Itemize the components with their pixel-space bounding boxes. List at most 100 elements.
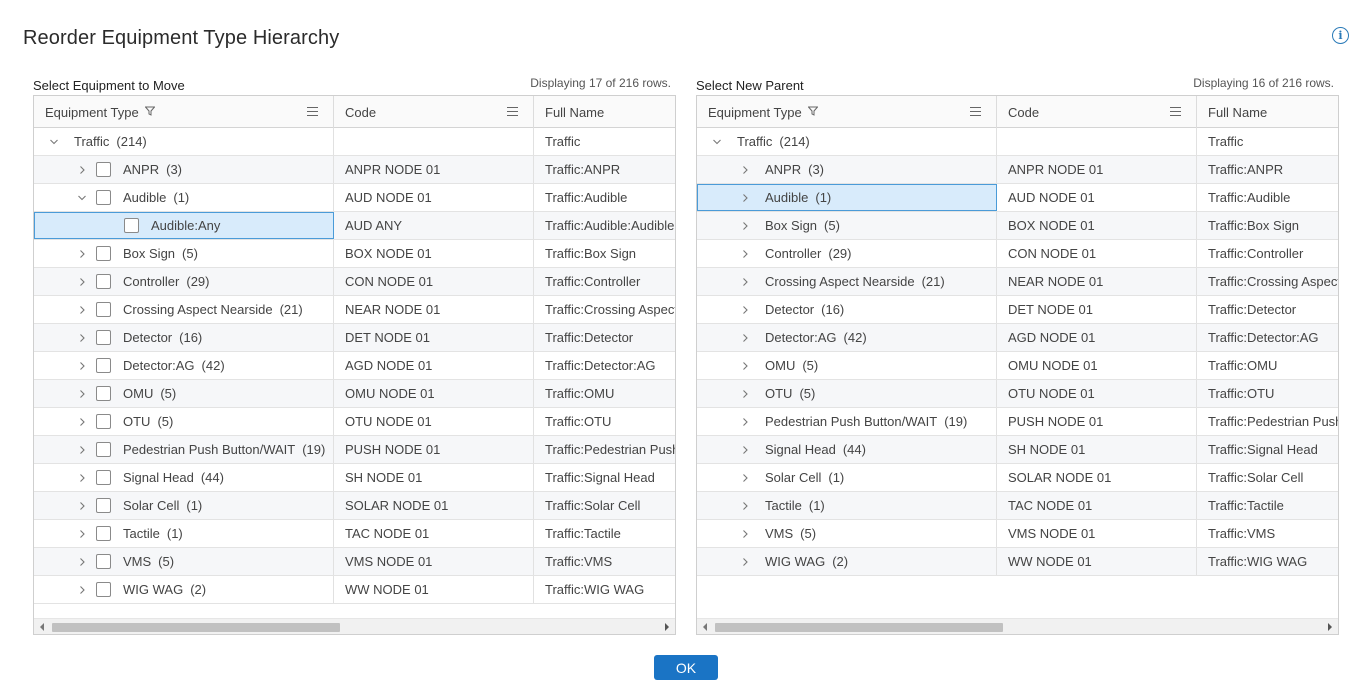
- equipment-type-cell[interactable]: Controller (29): [697, 240, 997, 267]
- chevron-right-icon[interactable]: [738, 165, 752, 175]
- table-row[interactable]: OTU (5) OTU NODE 01 Traffic:OTU: [697, 380, 1338, 408]
- table-row[interactable]: Audible (1) AUD NODE 01 Traffic:Audible: [34, 184, 675, 212]
- chevron-right-icon[interactable]: [75, 557, 89, 567]
- equipment-type-cell[interactable]: ANPR (3): [697, 156, 997, 183]
- chevron-right-icon[interactable]: [75, 361, 89, 371]
- equipment-type-cell[interactable]: Traffic (214): [34, 128, 334, 155]
- row-checkbox[interactable]: [96, 302, 111, 317]
- row-checkbox[interactable]: [96, 526, 111, 541]
- chevron-right-icon[interactable]: [75, 417, 89, 427]
- equipment-type-cell[interactable]: Pedestrian Push Button/WAIT (19): [34, 436, 334, 463]
- table-row[interactable]: VMS (5) VMS NODE 01 Traffic:VMS: [697, 520, 1338, 548]
- chevron-right-icon[interactable]: [75, 501, 89, 511]
- scroll-right-icon[interactable]: [665, 623, 669, 631]
- chevron-right-icon[interactable]: [75, 249, 89, 259]
- table-row[interactable]: VMS (5) VMS NODE 01 Traffic:VMS: [34, 548, 675, 576]
- row-checkbox[interactable]: [96, 498, 111, 513]
- equipment-type-cell[interactable]: Traffic (214): [697, 128, 997, 155]
- chevron-right-icon[interactable]: [75, 165, 89, 175]
- column-header-full-name[interactable]: Full Name: [1197, 96, 1338, 128]
- equipment-type-cell[interactable]: ANPR (3): [34, 156, 334, 183]
- column-header-equipment-type[interactable]: Equipment Type: [34, 96, 334, 128]
- table-row[interactable]: Audible:Any AUD ANY Traffic:Audible:Audibl…: [34, 212, 675, 240]
- table-row[interactable]: Tactile (1) TAC NODE 01 Traffic:Tactile: [34, 520, 675, 548]
- chevron-right-icon[interactable]: [75, 277, 89, 287]
- ok-button[interactable]: OK: [654, 655, 718, 680]
- chevron-right-icon[interactable]: [75, 585, 89, 595]
- chevron-right-icon[interactable]: [738, 361, 752, 371]
- table-row[interactable]: Tactile (1) TAC NODE 01 Traffic:Tactile: [697, 492, 1338, 520]
- chevron-right-icon[interactable]: [738, 557, 752, 567]
- scroll-right-icon[interactable]: [1328, 623, 1332, 631]
- chevron-right-icon[interactable]: [738, 529, 752, 539]
- row-checkbox[interactable]: [124, 218, 139, 233]
- column-menu-icon[interactable]: [307, 107, 318, 116]
- filter-icon[interactable]: [144, 106, 155, 116]
- chevron-right-icon[interactable]: [75, 305, 89, 315]
- table-row[interactable]: Solar Cell (1) SOLAR NODE 01 Traffic:Solar …: [34, 492, 675, 520]
- table-row[interactable]: ANPR (3) ANPR NODE 01 Traffic:ANPR: [34, 156, 675, 184]
- equipment-type-cell[interactable]: Audible (1): [697, 184, 997, 211]
- chevron-down-icon[interactable]: [710, 137, 724, 147]
- equipment-type-cell[interactable]: Detector:AG (42): [34, 352, 334, 379]
- table-row[interactable]: OMU (5) OMU NODE 01 Traffic:OMU: [34, 380, 675, 408]
- table-row[interactable]: Signal Head (44) SH NODE 01 Traffic:Signal …: [697, 436, 1338, 464]
- chevron-right-icon[interactable]: [75, 473, 89, 483]
- table-row[interactable]: Crossing Aspect Nearside (21) NEAR NODE 01…: [697, 268, 1338, 296]
- equipment-type-cell[interactable]: WIG WAG (2): [34, 576, 334, 603]
- table-row[interactable]: Signal Head (44) SH NODE 01 Traffic:Signal …: [34, 464, 675, 492]
- equipment-type-cell[interactable]: Box Sign (5): [697, 212, 997, 239]
- equipment-type-cell[interactable]: VMS (5): [34, 548, 334, 575]
- chevron-right-icon[interactable]: [738, 473, 752, 483]
- table-row[interactable]: Box Sign (5) BOX NODE 01 Traffic:Box Sign: [34, 240, 675, 268]
- row-checkbox[interactable]: [96, 246, 111, 261]
- equipment-type-cell[interactable]: Box Sign (5): [34, 240, 334, 267]
- table-row[interactable]: Detector:AG (42) AGD NODE 01 Traffic:Detect…: [34, 352, 675, 380]
- table-row[interactable]: Detector:AG (42) AGD NODE 01 Traffic:Detect…: [697, 324, 1338, 352]
- chevron-right-icon[interactable]: [75, 529, 89, 539]
- scroll-left-icon[interactable]: [703, 623, 707, 631]
- table-row[interactable]: Solar Cell (1) SOLAR NODE 01 Traffic:Solar …: [697, 464, 1338, 492]
- table-row[interactable]: Traffic (214) Traffic: [34, 128, 675, 156]
- table-row[interactable]: WIG WAG (2) WW NODE 01 Traffic:WIG WAG: [34, 576, 675, 604]
- table-row[interactable]: Controller (29) CON NODE 01 Traffic:Control…: [697, 240, 1338, 268]
- equipment-type-cell[interactable]: Crossing Aspect Nearside (21): [697, 268, 997, 295]
- table-row[interactable]: Box Sign (5) BOX NODE 01 Traffic:Box Sign: [697, 212, 1338, 240]
- equipment-type-cell[interactable]: Pedestrian Push Button/WAIT (19): [697, 408, 997, 435]
- column-menu-icon[interactable]: [507, 107, 518, 116]
- chevron-right-icon[interactable]: [738, 389, 752, 399]
- row-checkbox[interactable]: [96, 274, 111, 289]
- chevron-right-icon[interactable]: [75, 389, 89, 399]
- column-header-code[interactable]: Code: [997, 96, 1197, 128]
- table-row[interactable]: OTU (5) OTU NODE 01 Traffic:OTU: [34, 408, 675, 436]
- column-header-full-name[interactable]: Full Name: [534, 96, 675, 128]
- table-row[interactable]: Pedestrian Push Button/WAIT (19) PUSH NODE…: [697, 408, 1338, 436]
- row-checkbox[interactable]: [96, 442, 111, 457]
- table-row[interactable]: Detector (16) DET NODE 01 Traffic:Detector: [697, 296, 1338, 324]
- chevron-right-icon[interactable]: [738, 221, 752, 231]
- row-checkbox[interactable]: [96, 582, 111, 597]
- equipment-type-cell[interactable]: Detector (16): [697, 296, 997, 323]
- table-row[interactable]: ANPR (3) ANPR NODE 01 Traffic:ANPR: [697, 156, 1338, 184]
- filter-icon[interactable]: [807, 106, 818, 116]
- column-menu-icon[interactable]: [970, 107, 981, 116]
- table-row[interactable]: Crossing Aspect Nearside (21) NEAR NODE 01…: [34, 296, 675, 324]
- equipment-type-cell[interactable]: WIG WAG (2): [697, 548, 997, 575]
- table-row[interactable]: WIG WAG (2) WW NODE 01 Traffic:WIG WAG: [697, 548, 1338, 576]
- chevron-right-icon[interactable]: [75, 445, 89, 455]
- equipment-type-cell[interactable]: Crossing Aspect Nearside (21): [34, 296, 334, 323]
- equipment-type-cell[interactable]: Signal Head (44): [34, 464, 334, 491]
- equipment-type-cell[interactable]: Detector (16): [34, 324, 334, 351]
- row-checkbox[interactable]: [96, 414, 111, 429]
- equipment-type-cell[interactable]: Controller (29): [34, 268, 334, 295]
- equipment-type-cell[interactable]: OTU (5): [697, 380, 997, 407]
- horizontal-scrollbar[interactable]: [697, 618, 1338, 634]
- row-checkbox[interactable]: [96, 554, 111, 569]
- column-menu-icon[interactable]: [1170, 107, 1181, 116]
- scrollbar-thumb[interactable]: [52, 623, 340, 632]
- chevron-right-icon[interactable]: [738, 501, 752, 511]
- equipment-type-cell[interactable]: Audible:Any: [34, 212, 334, 239]
- equipment-type-cell[interactable]: OMU (5): [34, 380, 334, 407]
- row-checkbox[interactable]: [96, 386, 111, 401]
- row-checkbox[interactable]: [96, 330, 111, 345]
